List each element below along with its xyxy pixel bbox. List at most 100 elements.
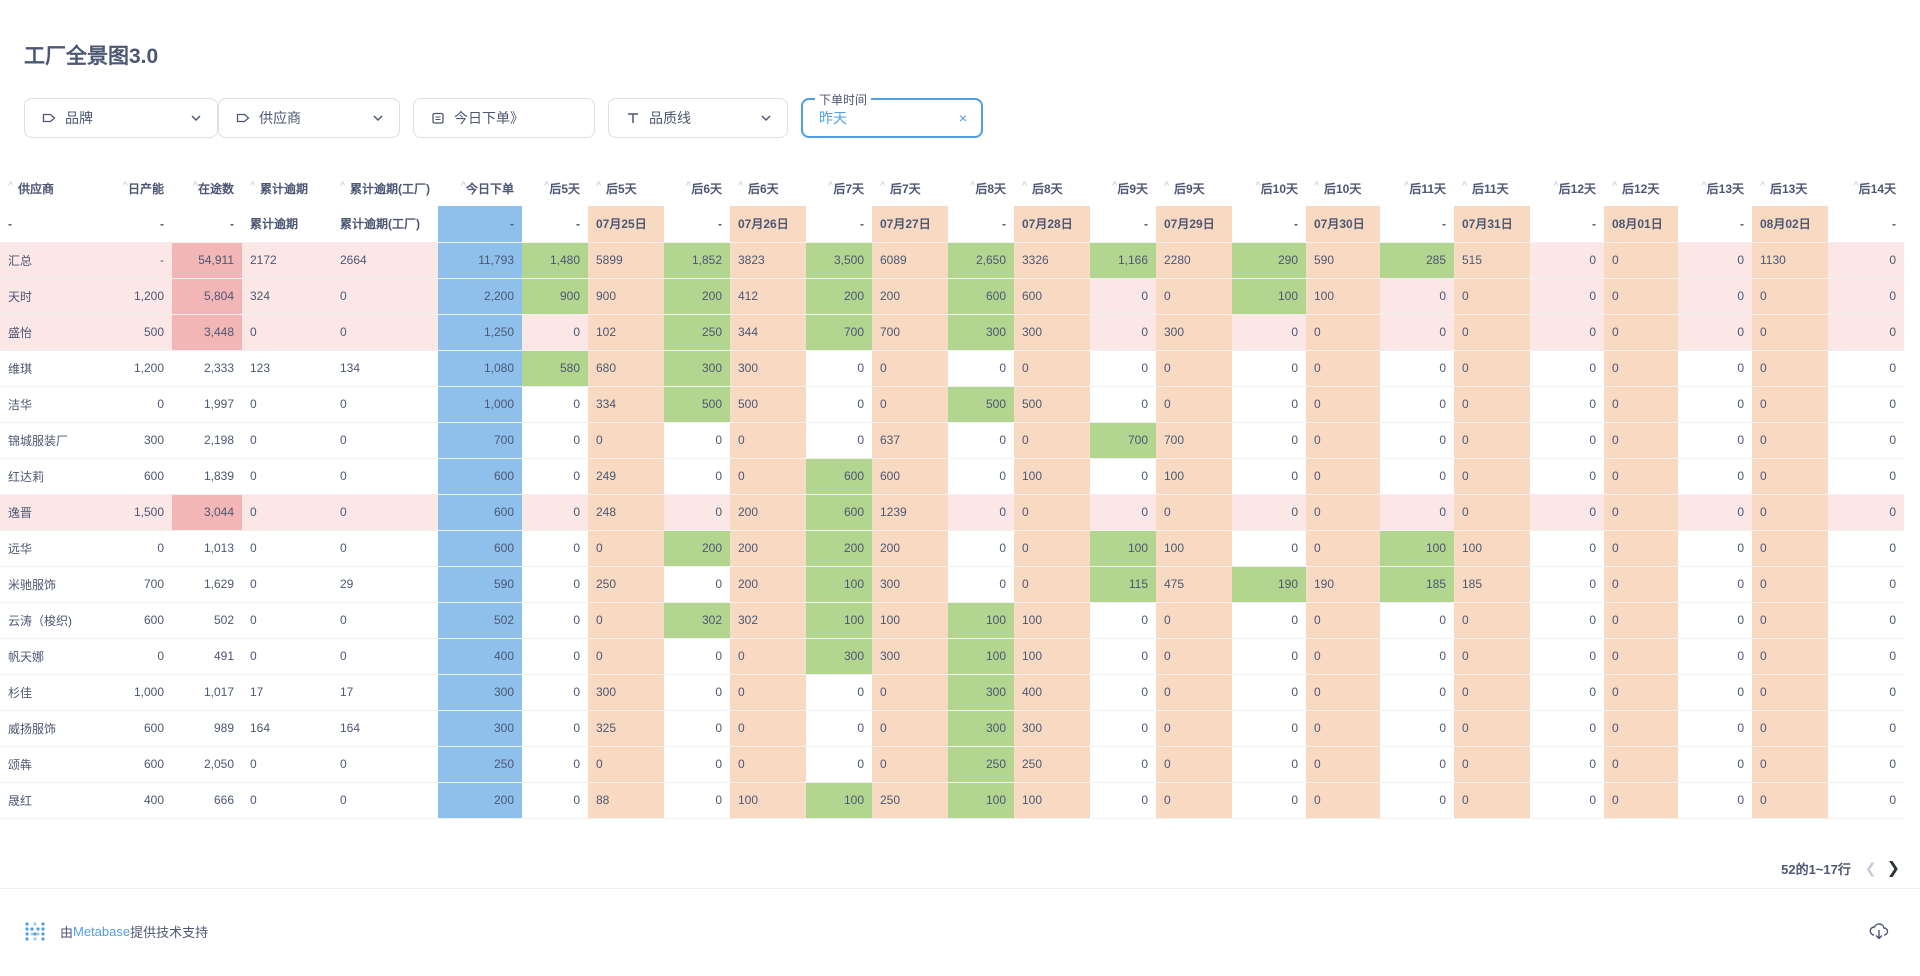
today-order-filter[interactable]: 今日下单》 xyxy=(413,98,595,138)
supplier-cell[interactable]: 红达莉 xyxy=(0,458,100,495)
table-cell: 0 xyxy=(588,422,664,459)
supplier-cell[interactable]: 晟红 xyxy=(0,782,100,819)
table-cell: 200 xyxy=(806,278,872,315)
column-header[interactable]: ^ 供应商 xyxy=(0,170,100,206)
download-icon[interactable] xyxy=(1868,920,1890,942)
column-header[interactable]: ^后9天 xyxy=(1090,170,1156,206)
supplier-cell[interactable]: 米驰服饰 xyxy=(0,566,100,603)
column-header[interactable]: ^后5天 xyxy=(522,170,588,206)
table-cell: 0 xyxy=(1678,782,1752,819)
supplier-cell[interactable]: 杉佳 xyxy=(0,674,100,711)
column-header[interactable]: ^在途数 xyxy=(172,170,242,206)
column-header[interactable]: ^后12天 xyxy=(1530,170,1604,206)
order-time-filter[interactable]: 下单时间 昨天 × xyxy=(801,91,983,138)
supplier-filter[interactable]: 供应商 xyxy=(218,98,400,138)
column-header[interactable]: ^后11天 xyxy=(1380,170,1454,206)
table-cell: 0 xyxy=(1090,674,1156,711)
sort-icon: ^ xyxy=(1462,179,1468,190)
table-cell: 1,250 xyxy=(438,314,522,351)
pagination: 52的1~17行 ❮ ❯ xyxy=(1781,858,1900,878)
column-header[interactable]: ^后6天 xyxy=(730,170,806,206)
column-header[interactable]: ^后7天 xyxy=(872,170,948,206)
sort-icon: ^ xyxy=(8,179,14,190)
column-header[interactable]: ^ 累计逾期(工厂) xyxy=(332,170,438,206)
column-header[interactable]: ^后5天 xyxy=(588,170,664,206)
table-cell: 0 xyxy=(1678,386,1752,423)
chevron-left-icon[interactable]: ❮ xyxy=(1865,860,1877,877)
sort-icon: ^ xyxy=(1404,179,1410,190)
supplier-cell[interactable]: 洁华 xyxy=(0,386,100,423)
table-cell: 100 xyxy=(730,782,806,819)
column-header[interactable]: ^后13天 xyxy=(1752,170,1828,206)
table-cell: 200 xyxy=(806,530,872,567)
table-cell: 0 xyxy=(1156,494,1232,531)
table-cell: 680 xyxy=(588,350,664,387)
column-header[interactable]: ^后14天 xyxy=(1828,170,1904,206)
supplier-cell[interactable]: 维琪 xyxy=(0,350,100,387)
supplier-cell[interactable]: 锦城服装厂 xyxy=(0,422,100,459)
table-cell: 0 xyxy=(1380,602,1454,639)
table-cell: 600 xyxy=(100,602,172,639)
column-header[interactable]: ^后13天 xyxy=(1678,170,1752,206)
table-cell: 0 xyxy=(522,566,588,603)
sort-icon: ^ xyxy=(1164,179,1170,190)
today-order-label: 今日下单》 xyxy=(454,110,524,126)
table-cell: 0 xyxy=(1306,386,1380,423)
table-cell: 1,000 xyxy=(100,674,172,711)
supplier-cell[interactable]: 颂犇 xyxy=(0,746,100,783)
column-header[interactable]: ^后6天 xyxy=(664,170,730,206)
subheader-cell: - xyxy=(1232,206,1306,243)
column-header-label: 累计逾期 xyxy=(260,181,309,196)
table-cell: 0 xyxy=(664,782,730,819)
table-cell: 0 xyxy=(1604,458,1678,495)
column-header[interactable]: ^后11天 xyxy=(1454,170,1530,206)
subheader-cell: 07月26日 xyxy=(730,206,806,243)
table-cell: 200 xyxy=(730,530,806,567)
table-cell: 600 xyxy=(948,278,1014,315)
table-cell: 0 xyxy=(1604,782,1678,819)
column-header[interactable]: ^后8天 xyxy=(1014,170,1090,206)
supplier-cell[interactable]: 逸晋 xyxy=(0,494,100,531)
table-cell: 491 xyxy=(172,638,242,675)
column-header[interactable]: ^后8天 xyxy=(948,170,1014,206)
column-header[interactable]: ^后9天 xyxy=(1156,170,1232,206)
supplier-cell[interactable]: 云涛（梭织) xyxy=(0,602,100,639)
supplier-cell[interactable]: 帆天娜 xyxy=(0,638,100,675)
table-cell: 0 xyxy=(522,638,588,675)
brand-filter[interactable]: 品牌 xyxy=(24,98,218,138)
metabase-link[interactable]: Metabase xyxy=(73,924,130,939)
quality-line-filter[interactable]: 品质线 xyxy=(608,98,788,138)
table-cell: 5899 xyxy=(588,242,664,279)
close-icon[interactable]: × xyxy=(959,110,967,126)
supplier-cell[interactable]: 天时 xyxy=(0,278,100,315)
column-header[interactable]: ^日产能 xyxy=(100,170,172,206)
table-cell: 0 xyxy=(100,638,172,675)
supplier-cell[interactable]: 远华 xyxy=(0,530,100,567)
table-cell: 0 xyxy=(1530,638,1604,675)
table-cell: 0 xyxy=(1232,422,1306,459)
table-cell: 600 xyxy=(1014,278,1090,315)
table-cell: 0 xyxy=(1604,530,1678,567)
column-header[interactable]: ^ 累计逾期 xyxy=(242,170,332,206)
table-cell: 600 xyxy=(806,494,872,531)
supplier-cell[interactable]: 威扬服饰 xyxy=(0,710,100,747)
table-cell: 500 xyxy=(100,314,172,351)
column-header[interactable]: ^今日下单 xyxy=(438,170,522,206)
table-cell: 0 xyxy=(730,710,806,747)
table-cell: 0 xyxy=(1090,278,1156,315)
table-cell: 0 xyxy=(1678,602,1752,639)
table-cell: 0 xyxy=(1090,602,1156,639)
column-header[interactable]: ^后12天 xyxy=(1604,170,1678,206)
table-cell: 700 xyxy=(806,314,872,351)
supplier-cell[interactable]: 汇总 xyxy=(0,242,100,279)
table-cell: 3,448 xyxy=(172,314,242,351)
table-cell: 0 xyxy=(1232,530,1306,567)
chevron-right-icon[interactable]: ❯ xyxy=(1887,858,1900,878)
column-header-label: 供应商 xyxy=(18,181,55,196)
column-header[interactable]: ^后10天 xyxy=(1232,170,1306,206)
column-header[interactable]: ^后7天 xyxy=(806,170,872,206)
supplier-cell[interactable]: 盛怡 xyxy=(0,314,100,351)
table-cell: 100 xyxy=(948,638,1014,675)
column-header[interactable]: ^后10天 xyxy=(1306,170,1380,206)
table-cell: 1,839 xyxy=(172,458,242,495)
